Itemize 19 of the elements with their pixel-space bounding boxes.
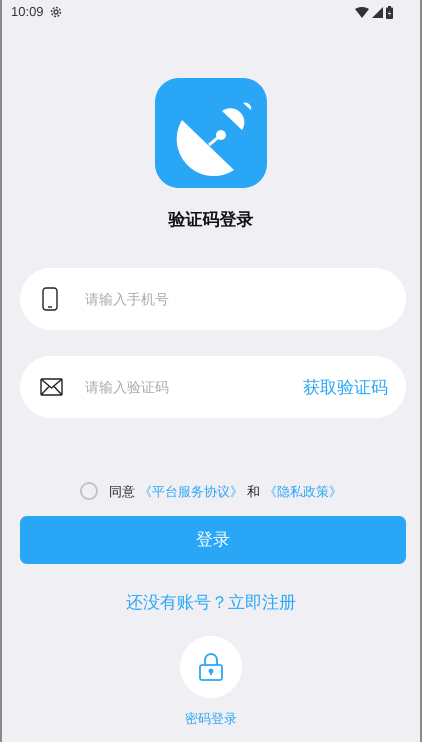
gear-icon xyxy=(50,6,62,18)
lock-icon xyxy=(199,652,223,680)
and-text: 和 xyxy=(247,482,260,500)
wifi-icon xyxy=(355,6,369,18)
terms-link[interactable]: 《平台服务协议》 xyxy=(139,482,243,501)
envelope-icon xyxy=(40,376,63,396)
get-code-button[interactable]: 获取验证码 xyxy=(303,374,388,400)
phone-field[interactable]: 请输入手机号 xyxy=(20,268,406,330)
battery-icon xyxy=(386,6,393,18)
login-button[interactable]: 登录 xyxy=(20,516,406,564)
status-time: 10:09 xyxy=(11,3,44,22)
phone-icon xyxy=(42,286,58,310)
register-link[interactable]: 还没有账号？立即注册 xyxy=(126,590,296,616)
page-title: 验证码登录 xyxy=(168,209,254,231)
signal-icon xyxy=(372,6,383,18)
agree-text: 同意 xyxy=(109,482,135,500)
agreement-checkbox[interactable] xyxy=(80,482,98,500)
password-login-label: 密码登录 xyxy=(185,710,237,728)
privacy-link[interactable]: 《隐私政策》 xyxy=(264,482,342,501)
